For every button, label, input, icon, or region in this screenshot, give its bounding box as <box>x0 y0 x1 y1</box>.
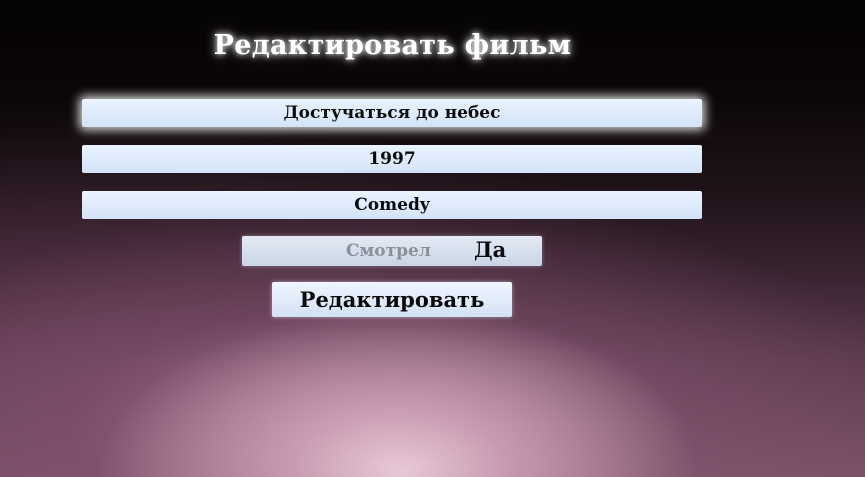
watched-select[interactable]: Да <box>474 237 506 262</box>
movie-genre-input[interactable] <box>82 191 702 219</box>
watched-label: Смотрел <box>346 241 431 261</box>
movie-year-input[interactable] <box>82 145 702 173</box>
watched-field[interactable]: Смотрел Да <box>242 236 542 266</box>
movie-title-input[interactable] <box>82 99 702 127</box>
edit-submit-button[interactable]: Редактировать <box>272 282 512 317</box>
page-title: Редактировать фильм <box>213 30 572 61</box>
